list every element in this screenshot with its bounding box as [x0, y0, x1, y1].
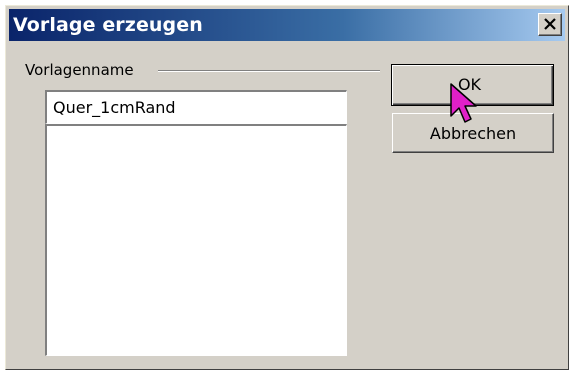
dialog-title: Vorlage erzeugen	[13, 14, 203, 36]
template-list[interactable]	[45, 124, 347, 356]
groupbox-divider	[158, 70, 380, 72]
arrow-cursor-icon	[450, 83, 477, 123]
close-button[interactable]	[538, 13, 562, 36]
title-bar[interactable]: Vorlage erzeugen	[9, 9, 565, 41]
close-icon	[544, 18, 556, 30]
cancel-button-label: Abbrechen	[429, 124, 517, 143]
groupbox-label: Vorlagenname	[25, 61, 140, 79]
template-name-input[interactable]: Quer_1cmRand	[45, 90, 347, 124]
